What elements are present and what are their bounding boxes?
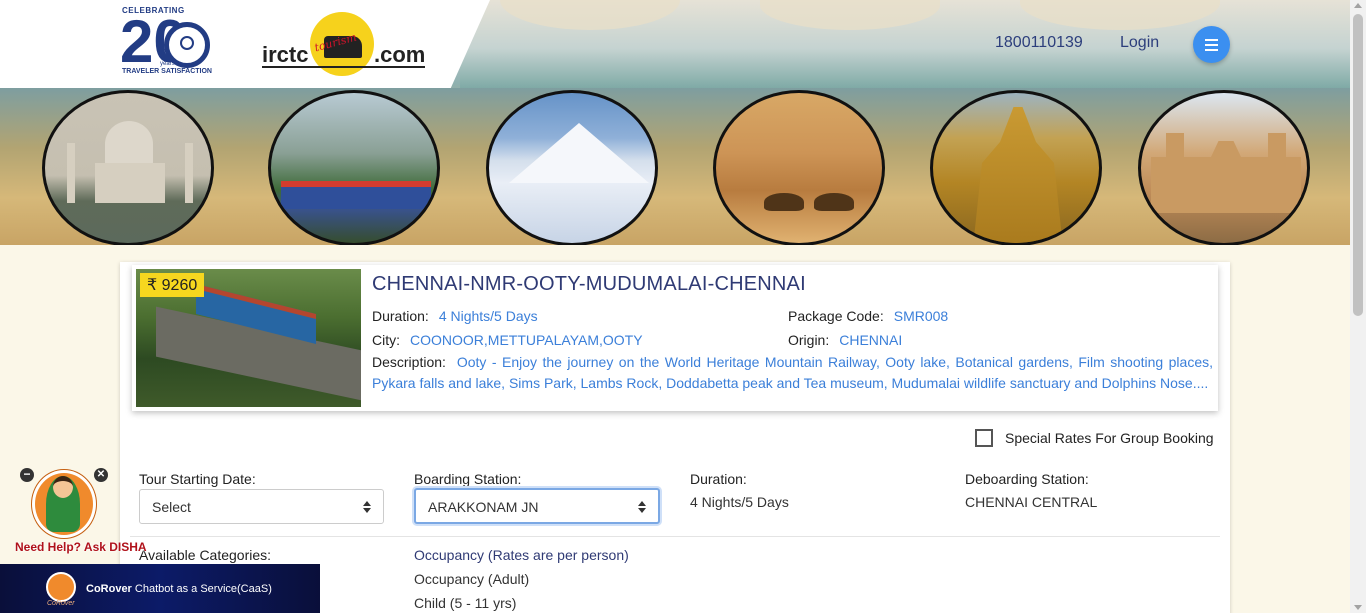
select-arrows-icon — [638, 501, 646, 513]
origin-label: Origin: — [788, 332, 830, 348]
close-icon[interactable]: ✕ — [94, 468, 108, 482]
deboarding-station-value: CHENNAI CENTRAL — [965, 494, 1098, 510]
helpline-phone[interactable]: 1800110139 — [995, 34, 1083, 52]
boarding-station-label: Boarding Station: — [414, 471, 522, 487]
destination-snow-mountain — [486, 90, 658, 245]
price-value: 9260 — [161, 277, 198, 294]
logo-com-text: .com — [374, 42, 426, 67]
corover-banner[interactable]: CoRover CoRover Chatbot as a Service(Caa… — [0, 564, 320, 613]
corover-logo-icon — [46, 572, 76, 602]
menu-button[interactable] — [1193, 26, 1230, 63]
hero-banner: CELEBRATING 20 years in TRAVELER SATISFA… — [0, 0, 1350, 245]
deboarding-station-label: Deboarding Station: — [965, 471, 1089, 487]
tour-date-label: Tour Starting Date: — [139, 471, 256, 487]
boarding-station-select[interactable]: ARAKKONAM JN — [414, 488, 660, 524]
city-value: COONOOR,METTUPALAYAM,OOTY — [410, 332, 643, 348]
login-link[interactable]: Login — [1120, 34, 1159, 52]
package-code-value: SMR008 — [893, 308, 949, 324]
city-row: City: COONOOR,METTUPALAYAM,OOTY — [372, 332, 643, 348]
price-badge: ₹ 9260 — [140, 273, 205, 297]
destination-temple — [930, 90, 1102, 245]
irctc-tourism-logo[interactable]: tourism irctc .com — [262, 12, 432, 76]
tour-date-select[interactable]: Select — [139, 489, 384, 524]
minimize-icon[interactable]: − — [20, 468, 34, 482]
scroll-up-icon[interactable] — [1354, 3, 1362, 8]
duration-value: 4 Nights/5 Days — [438, 308, 538, 324]
origin-value: CHENNAI — [839, 332, 903, 348]
destination-desert-camels — [713, 90, 885, 245]
logo-underline — [262, 66, 425, 68]
section-divider — [130, 536, 1220, 537]
origin-row: Origin: CHENNAI — [788, 332, 902, 348]
page-scrollbar[interactable] — [1350, 0, 1366, 613]
scroll-down-icon[interactable] — [1354, 605, 1362, 610]
available-categories-label: Available Categories: — [139, 547, 272, 563]
occupancy-child-label: Child (5 - 11 yrs) — [414, 595, 517, 611]
select-arrows-icon — [363, 501, 371, 513]
celebrating-20-years-logo[interactable]: CELEBRATING 20 years in TRAVELER SATISFA… — [120, 6, 212, 82]
occupancy-adult-label: Occupancy (Adult) — [414, 571, 530, 587]
package-summary[interactable]: ₹ 9260 CHENNAI-NMR-OOTY-MUDUMALAI-CHENNA… — [132, 265, 1218, 411]
group-booking-option[interactable]: Special Rates For Group Booking — [975, 429, 1214, 447]
destination-toy-train — [268, 90, 440, 245]
package-card: ₹ 9260 CHENNAI-NMR-OOTY-MUDUMALAI-CHENNA… — [120, 262, 1230, 613]
package-title[interactable]: CHENNAI-NMR-OOTY-MUDUMALAI-CHENNAI — [372, 273, 806, 296]
description-text: Ooty - Enjoy the journey on the World He… — [372, 354, 1214, 391]
corover-tagline: Chatbot as a Service(CaaS) — [134, 583, 272, 595]
corover-logo-label: CoRover — [47, 600, 75, 607]
logo-traveler-text: TRAVELER SATISFACTION — [122, 68, 212, 75]
disha-chatbot-avatar[interactable]: − ✕ — [20, 468, 124, 548]
package-code-label: Package Code: — [788, 308, 884, 324]
logo-years-text: years in — [160, 61, 182, 67]
package-thumbnail[interactable]: ₹ 9260 — [136, 269, 361, 407]
group-booking-label: Special Rates For Group Booking — [1005, 430, 1214, 446]
umbrella-graphic — [500, 0, 680, 30]
city-label: City: — [372, 332, 400, 348]
disha-help-text[interactable]: Need Help? Ask DISHA — [15, 540, 147, 554]
occupancy-header: Occupancy (Rates are per person) — [414, 547, 629, 563]
hamburger-icon — [1205, 38, 1218, 41]
boarding-station-selected: ARAKKONAM JN — [428, 499, 539, 515]
umbrella-graphic — [1020, 0, 1220, 30]
booking-duration-value: 4 Nights/5 Days — [690, 494, 789, 510]
logo-irctc-text: irctc — [262, 42, 309, 67]
destination-taj-mahal — [42, 90, 214, 245]
booking-duration-label: Duration: — [690, 471, 747, 487]
destination-fort — [1138, 90, 1310, 245]
rupee-icon: ₹ — [147, 277, 158, 294]
description-label: Description: — [372, 354, 446, 370]
corover-brand: CoRover — [86, 583, 132, 595]
duration-label: Duration: — [372, 308, 429, 324]
group-booking-checkbox[interactable] — [975, 429, 993, 447]
package-code-row: Package Code: SMR008 — [788, 308, 948, 324]
tour-date-selected: Select — [152, 499, 191, 515]
description: Description: Ooty - Enjoy the journey on… — [372, 352, 1213, 394]
duration-row: Duration: 4 Nights/5 Days — [372, 308, 538, 324]
umbrella-graphic — [760, 0, 940, 30]
corover-text: CoRover Chatbot as a Service(CaaS) — [86, 583, 272, 595]
scrollbar-thumb[interactable] — [1353, 14, 1363, 316]
